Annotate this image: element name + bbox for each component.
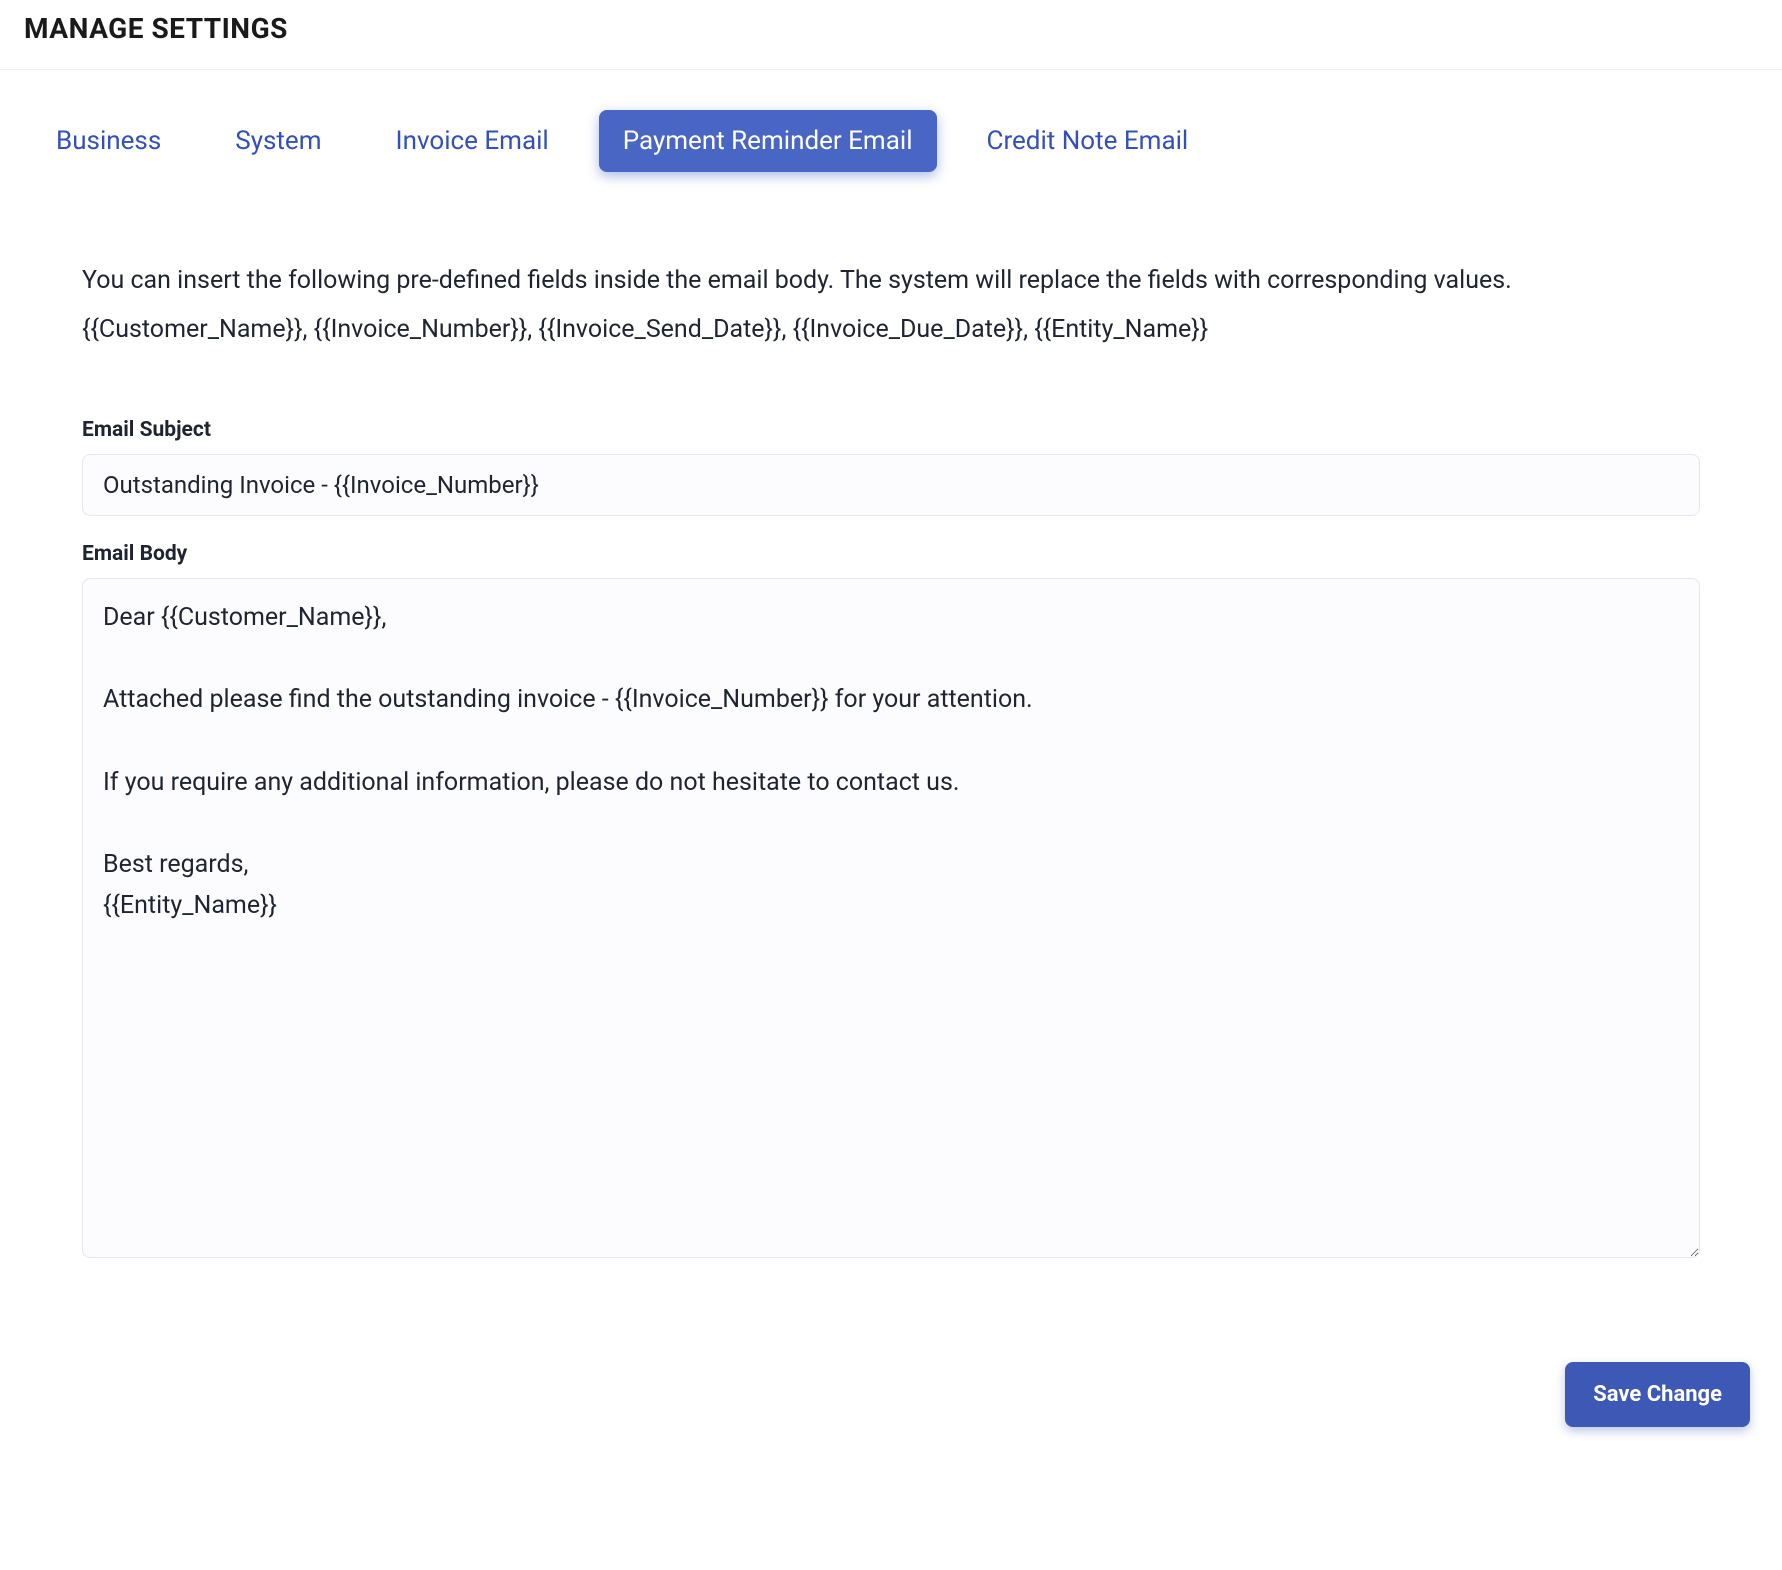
email-subject-input[interactable] <box>82 454 1700 516</box>
tab-bar: Business System Invoice Email Payment Re… <box>32 110 1750 172</box>
page-header: MANAGE SETTINGS <box>0 0 1782 70</box>
content-area: Business System Invoice Email Payment Re… <box>0 70 1782 1302</box>
tab-system[interactable]: System <box>211 110 345 172</box>
info-block: You can insert the following pre-defined… <box>32 262 1750 350</box>
tab-business[interactable]: Business <box>32 110 185 172</box>
tab-credit-note-email[interactable]: Credit Note Email <box>963 110 1213 172</box>
email-subject-label: Email Subject <box>82 418 1700 442</box>
email-body-label: Email Body <box>82 542 1700 566</box>
tab-invoice-email[interactable]: Invoice Email <box>372 110 573 172</box>
save-button[interactable]: Save Change <box>1565 1362 1750 1427</box>
info-placeholders: {{Customer_Name}}, {{Invoice_Number}}, {… <box>82 311 1700 350</box>
info-description: You can insert the following pre-defined… <box>82 262 1700 301</box>
tab-payment-reminder-email[interactable]: Payment Reminder Email <box>599 110 937 172</box>
actions-bar: Save Change <box>0 1302 1782 1467</box>
email-form: Email Subject Email Body <box>32 418 1750 1262</box>
page-title: MANAGE SETTINGS <box>24 12 1758 45</box>
email-body-textarea[interactable] <box>82 578 1700 1258</box>
